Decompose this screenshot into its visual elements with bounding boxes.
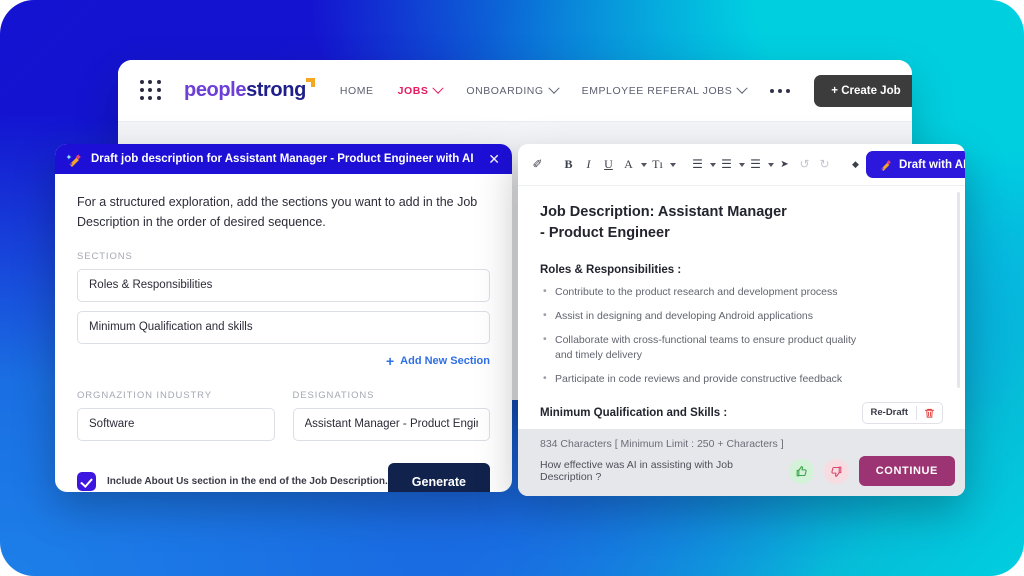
italic-icon[interactable]: I xyxy=(579,153,598,177)
include-about-us-checkbox[interactable] xyxy=(77,472,96,491)
text-color-icon[interactable]: A xyxy=(619,153,638,177)
section-heading-qualification: Minimum Qualification and Skills : xyxy=(540,407,862,419)
roles-bullet-list: Contribute to the product research and d… xyxy=(540,285,943,388)
nav-item-jobs[interactable]: JOBS xyxy=(398,85,443,97)
modal-footer: Include About Us section in the end of t… xyxy=(77,463,490,493)
sections-label: SECTIONS xyxy=(77,251,490,262)
chevron-down-icon[interactable] xyxy=(768,163,774,167)
nav-item-label: JOBS xyxy=(398,85,429,97)
screenshot-stage: peoplestrong HOME JOBS ONBOARDING EMPLOY… xyxy=(0,0,1024,576)
cursor-pointer-icon[interactable]: ➤ xyxy=(775,153,794,177)
section-heading-qualification-row: Minimum Qualification and Skills : Re-Dr… xyxy=(540,402,943,424)
industry-input[interactable] xyxy=(77,408,275,441)
designations-input[interactable] xyxy=(293,408,491,441)
grid-apps-icon[interactable] xyxy=(140,80,162,102)
bullet-list-icon[interactable]: ☰ xyxy=(717,153,736,177)
industry-label: ORGNAZITION INDUSTRY xyxy=(77,390,275,401)
modal-body: For a structured exploration, add the se… xyxy=(55,174,512,441)
continue-button[interactable]: CONTINUE xyxy=(859,456,955,486)
add-new-section-button[interactable]: + Add New Section xyxy=(77,354,490,368)
draft-with-ai-label: Draft with AI xyxy=(899,159,965,171)
align-icon[interactable]: ☰ xyxy=(746,153,765,177)
logo-text-part1: people xyxy=(184,79,246,101)
redraft-button[interactable]: Re-Draft xyxy=(863,407,916,418)
thumbs-up-icon[interactable] xyxy=(789,459,814,484)
feedback-bar: How effective was AI in assisting with J… xyxy=(518,456,965,496)
bold-icon[interactable]: B xyxy=(559,153,578,177)
underline-icon[interactable]: U xyxy=(599,153,618,177)
close-icon[interactable]: ✕ xyxy=(488,152,500,166)
modal-intro-text: For a structured exploration, add the se… xyxy=(77,192,490,233)
chevron-down-icon xyxy=(433,82,444,93)
list-item: Contribute to the product research and d… xyxy=(540,285,860,301)
modal-header: Draft job description for Assistant Mana… xyxy=(55,144,512,174)
nav-item-employee-referal-jobs[interactable]: EMPLOYEE REFERAL JOBS xyxy=(582,85,747,97)
designations-label: DESIGNATIONS xyxy=(293,390,491,401)
chevron-down-icon xyxy=(737,82,748,93)
nav-links: HOME JOBS ONBOARDING EMPLOYEE REFERAL JO… xyxy=(340,75,912,107)
list-item: Participate in code reviews and provide … xyxy=(540,372,860,388)
undo-icon[interactable]: ↺ xyxy=(795,153,814,177)
chevron-down-icon[interactable] xyxy=(641,163,647,167)
modal-fields-row: ORGNAZITION INDUSTRY DESIGNATIONS xyxy=(77,372,490,441)
list-item: Collaborate with cross-functional teams … xyxy=(540,333,860,365)
chevron-down-icon[interactable] xyxy=(710,163,716,167)
designations-field-group: DESIGNATIONS xyxy=(293,372,491,441)
peoplestrong-logo[interactable]: peoplestrong xyxy=(184,79,306,102)
chevron-down-icon[interactable] xyxy=(739,163,745,167)
logo-text-part2: strong xyxy=(246,79,306,101)
nav-item-label: ONBOARDING xyxy=(466,85,543,97)
nav-item-onboarding[interactable]: ONBOARDING xyxy=(466,85,557,97)
logo-mark-icon xyxy=(306,78,315,87)
draft-jd-modal: Draft job description for Assistant Mana… xyxy=(55,144,512,492)
magic-wand-icon xyxy=(67,152,82,167)
chevron-down-icon xyxy=(548,82,559,93)
highlight-icon[interactable]: ◆ xyxy=(846,153,865,177)
thumbs-down-icon[interactable] xyxy=(824,459,849,484)
document-scrollbar[interactable] xyxy=(957,192,960,388)
draft-with-ai-button[interactable]: Draft with AI xyxy=(866,151,965,178)
editor-toolbar: ✐ B I U A Tı ☰ ☰ ☰ ➤ ↺ ↻ ◆ xyxy=(518,144,965,186)
more-horizontal-icon[interactable] xyxy=(770,89,790,93)
document-title: Job Description: Assistant Manager - Pro… xyxy=(540,202,790,244)
industry-field-group: ORGNAZITION INDUSTRY xyxy=(77,372,275,441)
trash-icon[interactable] xyxy=(917,407,942,419)
jd-editor-panel: ✐ B I U A Tı ☰ ☰ ☰ ➤ ↺ ↻ ◆ xyxy=(518,144,965,496)
section-heading-roles: Roles & Responsibilities : xyxy=(540,264,943,276)
modal-title: Draft job description for Assistant Mana… xyxy=(91,153,479,165)
chevron-down-icon[interactable] xyxy=(670,163,676,167)
section-input-2[interactable] xyxy=(77,311,490,344)
numbered-list-icon[interactable]: ☰ xyxy=(688,153,707,177)
font-size-icon[interactable]: Tı xyxy=(648,153,667,177)
nav-item-label: EMPLOYEE REFERAL JOBS xyxy=(582,85,733,97)
include-about-us-label: Include About Us section in the end of t… xyxy=(107,476,388,487)
feedback-question: How effective was AI in assisting with J… xyxy=(540,459,779,483)
add-new-section-label: Add New Section xyxy=(400,355,490,367)
nav-item-home[interactable]: HOME xyxy=(340,85,374,97)
list-item: Assist in designing and developing Andro… xyxy=(540,309,860,325)
character-counter: 834 Characters [ Minimum Limit : 250 + C… xyxy=(518,429,965,456)
nav-item-label: HOME xyxy=(340,85,374,97)
magic-wand-icon xyxy=(879,158,892,171)
plus-icon: + xyxy=(386,354,394,368)
section-input-1[interactable] xyxy=(77,269,490,302)
create-job-button[interactable]: + Create Job xyxy=(814,75,912,107)
format-brush-icon[interactable]: ✐ xyxy=(528,153,547,177)
document-body[interactable]: Job Description: Assistant Manager - Pro… xyxy=(518,186,965,429)
redraft-group: Re-Draft xyxy=(862,402,943,424)
redo-icon[interactable]: ↻ xyxy=(815,153,834,177)
generate-button[interactable]: Generate xyxy=(388,463,490,493)
top-navbar: peoplestrong HOME JOBS ONBOARDING EMPLOY… xyxy=(118,60,912,122)
